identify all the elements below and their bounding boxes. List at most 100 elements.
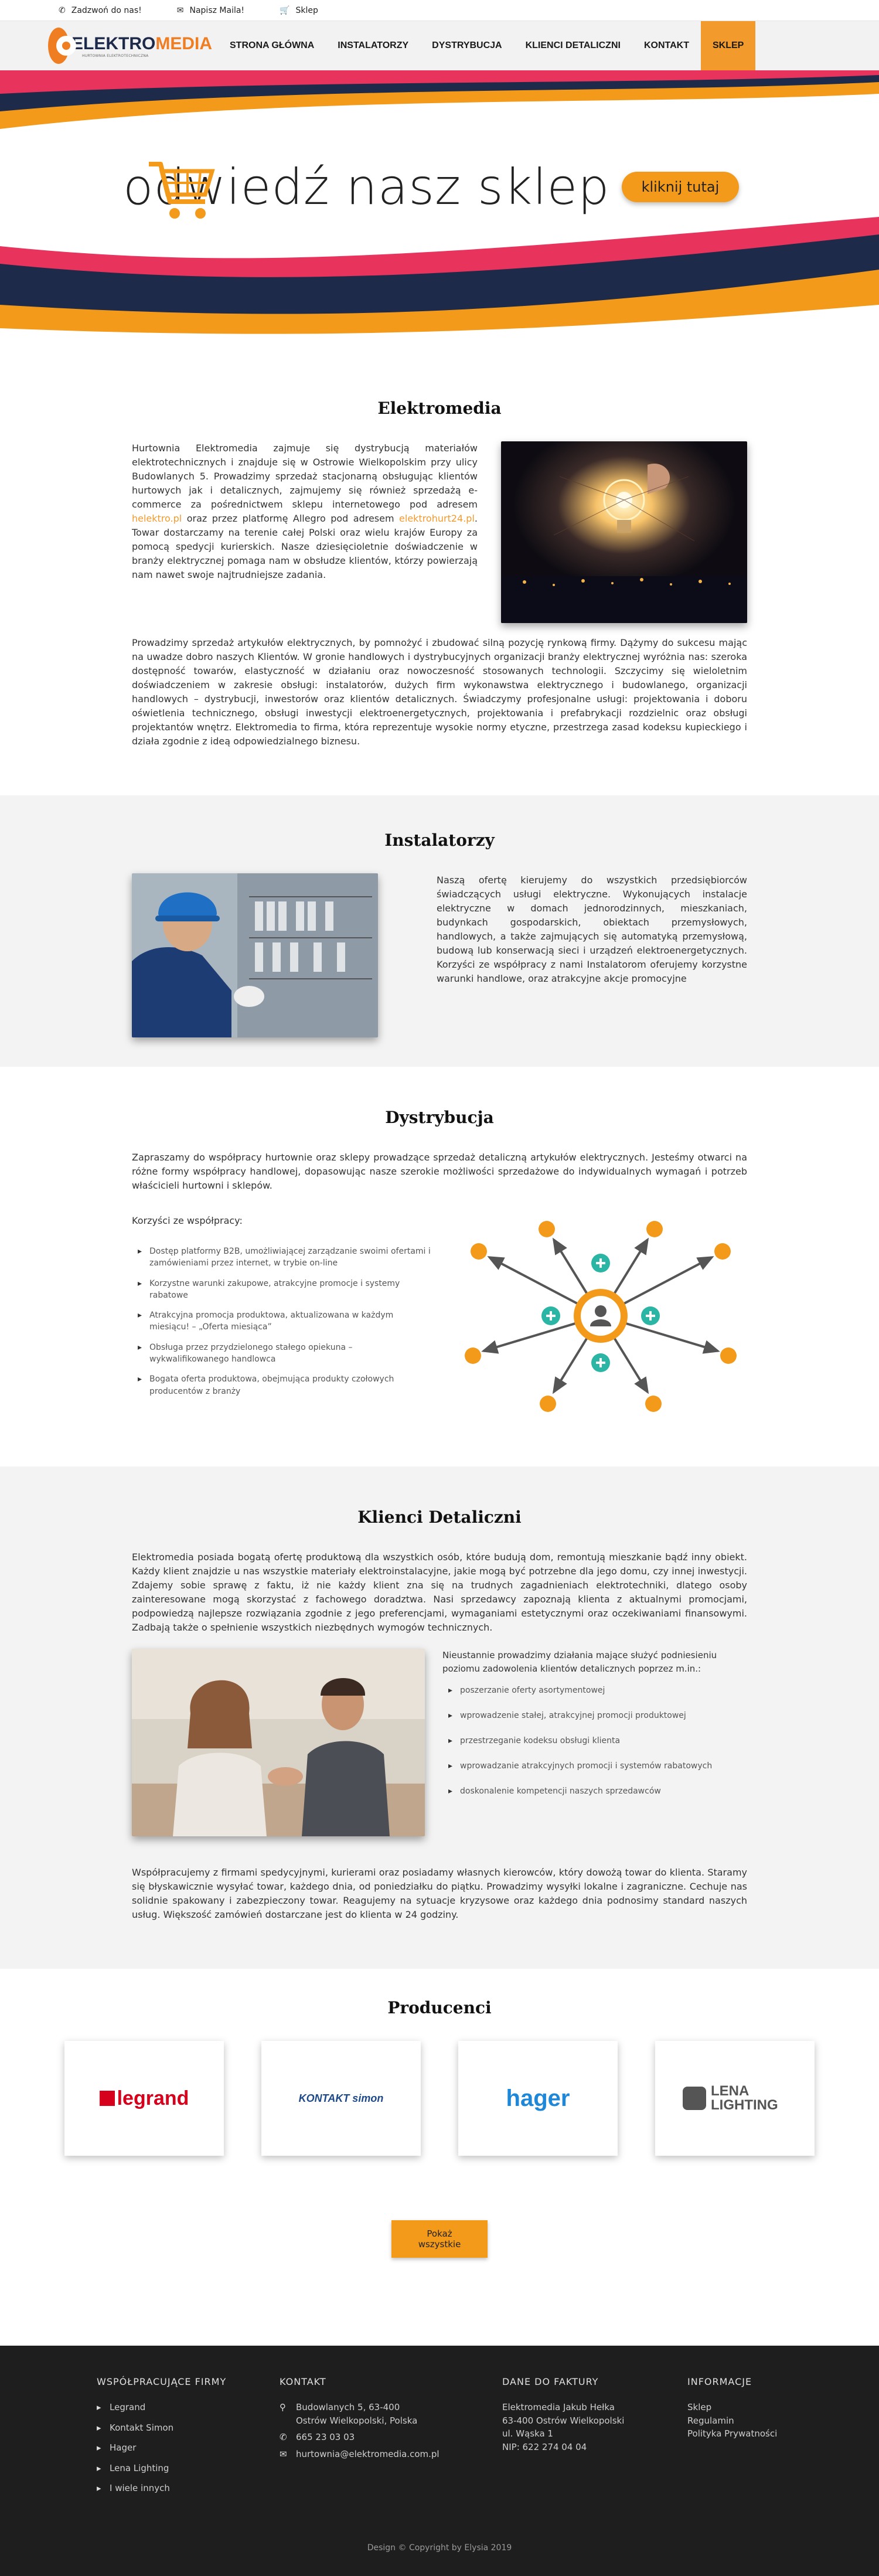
retail-list-intro: Nieustannie prowadzimy działania mające … <box>442 1650 717 1674</box>
list-item: doskonalenie kompetencji naszych sprzeda… <box>448 1785 747 1798</box>
producers-title: Producenci <box>387 1998 492 2017</box>
list-item: przestrzeganie kodeksu obsługi klienta <box>448 1735 747 1747</box>
about-description: Prowadzimy sprzedaż artykułów elektryczn… <box>132 637 747 747</box>
map-marker-icon: ⚲ <box>280 2402 286 2412</box>
mail-label: Napisz Maila! <box>189 5 245 15</box>
footer-link-terms[interactable]: Regulamin <box>687 2414 777 2428</box>
benefits-label: Korzyści ze współpracy: <box>132 1215 243 1226</box>
footer-firm-link[interactable]: I wiele innych <box>97 2482 280 2495</box>
logo-icon <box>48 28 76 64</box>
installers-title: Instalatorzy <box>384 831 495 850</box>
retail-intro: Elektromedia posiada bogatą ofertę produ… <box>132 1551 747 1633</box>
about-title: Elektromedia <box>377 399 502 418</box>
footer-invoice: DANE DO FAKTURY Elektromedia Jakub Hełka… <box>502 2375 687 2502</box>
footer-invoice-line: ul. Wąska 1 <box>502 2428 553 2439</box>
retail-title: Klienci Detaliczni <box>357 1508 522 1527</box>
banner-shop-button[interactable]: kliknij tutaj <box>621 172 740 202</box>
distribution-intro: Zapraszamy do współpracy hurtownie oraz … <box>132 1152 747 1191</box>
distribution-title: Dystrybucja <box>385 1108 494 1127</box>
installers-section: Instalatorzy Naszą ofertę kierujemy do w… <box>0 795 879 1067</box>
footer-contact-title: KONTAKT <box>280 2376 326 2387</box>
retail-outro: Współpracujemy z firmami spedycyjnymi, k… <box>132 1867 747 1920</box>
envelope-icon: ✉ <box>176 5 184 15</box>
mail-link[interactable]: ✉ Napisz Maila! <box>177 6 244 15</box>
call-label: Zadzwoń do nas! <box>71 5 142 15</box>
footer-firm-link[interactable]: Hager <box>97 2441 280 2455</box>
footer-firm-link[interactable]: Lena Lighting <box>97 2462 280 2475</box>
brand-logo-text: LENA LIGHTING <box>711 2083 778 2113</box>
list-item: Dostęp platformy B2B, umożliwiającej zar… <box>138 1246 431 1270</box>
footer-phone[interactable]: 665 23 03 03 <box>296 2431 355 2444</box>
footer-email[interactable]: hurtownia@elektromedia.com.pl <box>296 2448 440 2461</box>
electrician-photo <box>132 873 378 1037</box>
footer-address-2: Ostrów Wielkopolski, Polska <box>296 2415 418 2426</box>
brand-logo-text: KONTAKT simon <box>298 2092 384 2104</box>
show-all-button[interactable]: Pokaż wszystkie <box>391 2220 488 2258</box>
copyright: Design © Copyright by Elysia 2019 <box>367 2543 512 2553</box>
list-item: Bogata oferta produktowa, obejmująca pro… <box>138 1373 431 1397</box>
footer-firms-title: WSPÓŁPRACUJĄCE FIRMY <box>97 2376 227 2387</box>
nav-item-contact[interactable]: KONTAKT <box>632 21 701 70</box>
brand-logo-text: hager <box>506 2085 570 2111</box>
producer-card-legrand[interactable]: legrand <box>64 2041 224 2156</box>
installers-text: Naszą ofertę kierujemy do wszystkich prz… <box>437 874 747 984</box>
footer-link-privacy[interactable]: Polityka Prywatności <box>687 2427 777 2441</box>
shop-banner: odwiedź nasz sklep kliknij tutaj <box>0 70 879 352</box>
top-bar: ✆ Zadzwoń do nas! ✉ Napisz Maila! 🛒 Skle… <box>0 0 879 21</box>
main-menu: STRONA GŁÓWNA INSTALATORZY DYSTRYBUCJA K… <box>218 21 756 70</box>
handshake-photo <box>132 1649 425 1836</box>
footer-link-shop[interactable]: Sklep <box>687 2401 777 2414</box>
list-item: wprowadzenie stałej, atrakcyjnej promocj… <box>448 1710 747 1722</box>
footer-address-1: Budowlanych 5, 63-400 <box>296 2402 400 2412</box>
footer-info: INFORMACJE Sklep Regulamin Polityka Pryw… <box>687 2375 777 2502</box>
network-diagram <box>454 1204 747 1431</box>
brand-name-b: MEDIA <box>155 33 212 53</box>
legrand-logo-icon <box>99 2091 115 2106</box>
retail-section: Klienci Detaliczni Elektromedia posiada … <box>0 1466 879 1969</box>
about-intro: Hurtownia Elektromedia zajmuje się dystr… <box>132 443 478 580</box>
footer-contact: KONTAKT ⚲ Budowlanych 5, 63-400 Ostrów Wi… <box>280 2375 502 2502</box>
elektrohurt-link[interactable]: elektrohurt24.pl <box>399 513 475 524</box>
list-item: wprowadzanie atrakcyjnych promocji i sys… <box>448 1760 747 1772</box>
footer-invoice-line: NIP: 622 274 04 04 <box>502 2441 587 2452</box>
envelope-icon: ✉ <box>280 2448 287 2459</box>
nav-item-retail[interactable]: KLIENCI DETALICZNI <box>514 21 632 70</box>
producer-card-lena[interactable]: LENA LIGHTING <box>655 2041 815 2156</box>
phone-icon: ✆ <box>59 5 66 15</box>
shop-link[interactable]: 🛒 Sklep <box>280 6 318 15</box>
cart-icon: 🛒 <box>280 5 290 15</box>
footer-invoice-line: Elektromedia Jakub Hełka <box>502 2402 615 2412</box>
producer-card-simon[interactable]: KONTAKT simon <box>261 2041 421 2156</box>
footer-info-title: INFORMACJE <box>687 2376 752 2387</box>
brand-name-a: ELEKTRO <box>71 33 156 53</box>
producers-section: Producenci legrand KONTAKT simon hager L… <box>0 1969 879 2258</box>
list-item: Atrakcyjna promocja produktowa, aktualiz… <box>138 1309 431 1333</box>
nav-item-installers[interactable]: INSTALATORZY <box>326 21 420 70</box>
brand-tagline: HURTOWNIA ELEKTROTECHNICZNA <box>81 53 149 58</box>
footer-firm-link[interactable]: Kontakt Simon <box>97 2421 280 2435</box>
lena-logo-icon <box>683 2087 706 2110</box>
list-item: poszerzanie oferty asortymentowej <box>448 1685 747 1697</box>
footer: WSPÓŁPRACUJĄCE FIRMY Legrand Kontakt Sim… <box>0 2346 879 2576</box>
lightbulb-photo <box>501 441 747 623</box>
brand-logo-text: legrand <box>117 2087 189 2109</box>
shop-label: Sklep <box>295 5 318 15</box>
producer-card-hager[interactable]: hager <box>458 2041 618 2156</box>
about-section: Elektromedia Hurtownia Elektromedia zajm… <box>0 352 879 784</box>
footer-invoice-line: 63-400 Ostrów Wielkopolski <box>502 2415 625 2426</box>
shopping-cart-icon <box>149 162 215 219</box>
nav-item-shop[interactable]: SKLEP <box>700 21 756 70</box>
footer-firms: WSPÓŁPRACUJĄCE FIRMY Legrand Kontakt Sim… <box>97 2375 280 2502</box>
phone-icon: ✆ <box>280 2432 287 2442</box>
helektro-link[interactable]: helektro.pl <box>132 513 182 524</box>
logo[interactable]: ELEKTROMEDIA HURTOWNIA ELEKTROTECHNICZNA <box>48 21 212 70</box>
footer-firm-link[interactable]: Legrand <box>97 2401 280 2414</box>
main-navbar: ELEKTROMEDIA HURTOWNIA ELEKTROTECHNICZNA… <box>0 21 879 70</box>
footer-invoice-title: DANE DO FAKTURY <box>502 2376 599 2387</box>
nav-item-home[interactable]: STRONA GŁÓWNA <box>218 21 326 70</box>
producers-grid: legrand KONTAKT simon hager LENA LIGHTIN… <box>64 2041 815 2156</box>
list-item: Obsługa przez przydzielonego stałego opi… <box>138 1342 431 1366</box>
nav-item-distribution[interactable]: DYSTRYBUCJA <box>420 21 513 70</box>
retail-list: poszerzanie oferty asortymentowej wprowa… <box>442 1685 747 1798</box>
call-link[interactable]: ✆ Zadzwoń do nas! <box>59 6 142 15</box>
